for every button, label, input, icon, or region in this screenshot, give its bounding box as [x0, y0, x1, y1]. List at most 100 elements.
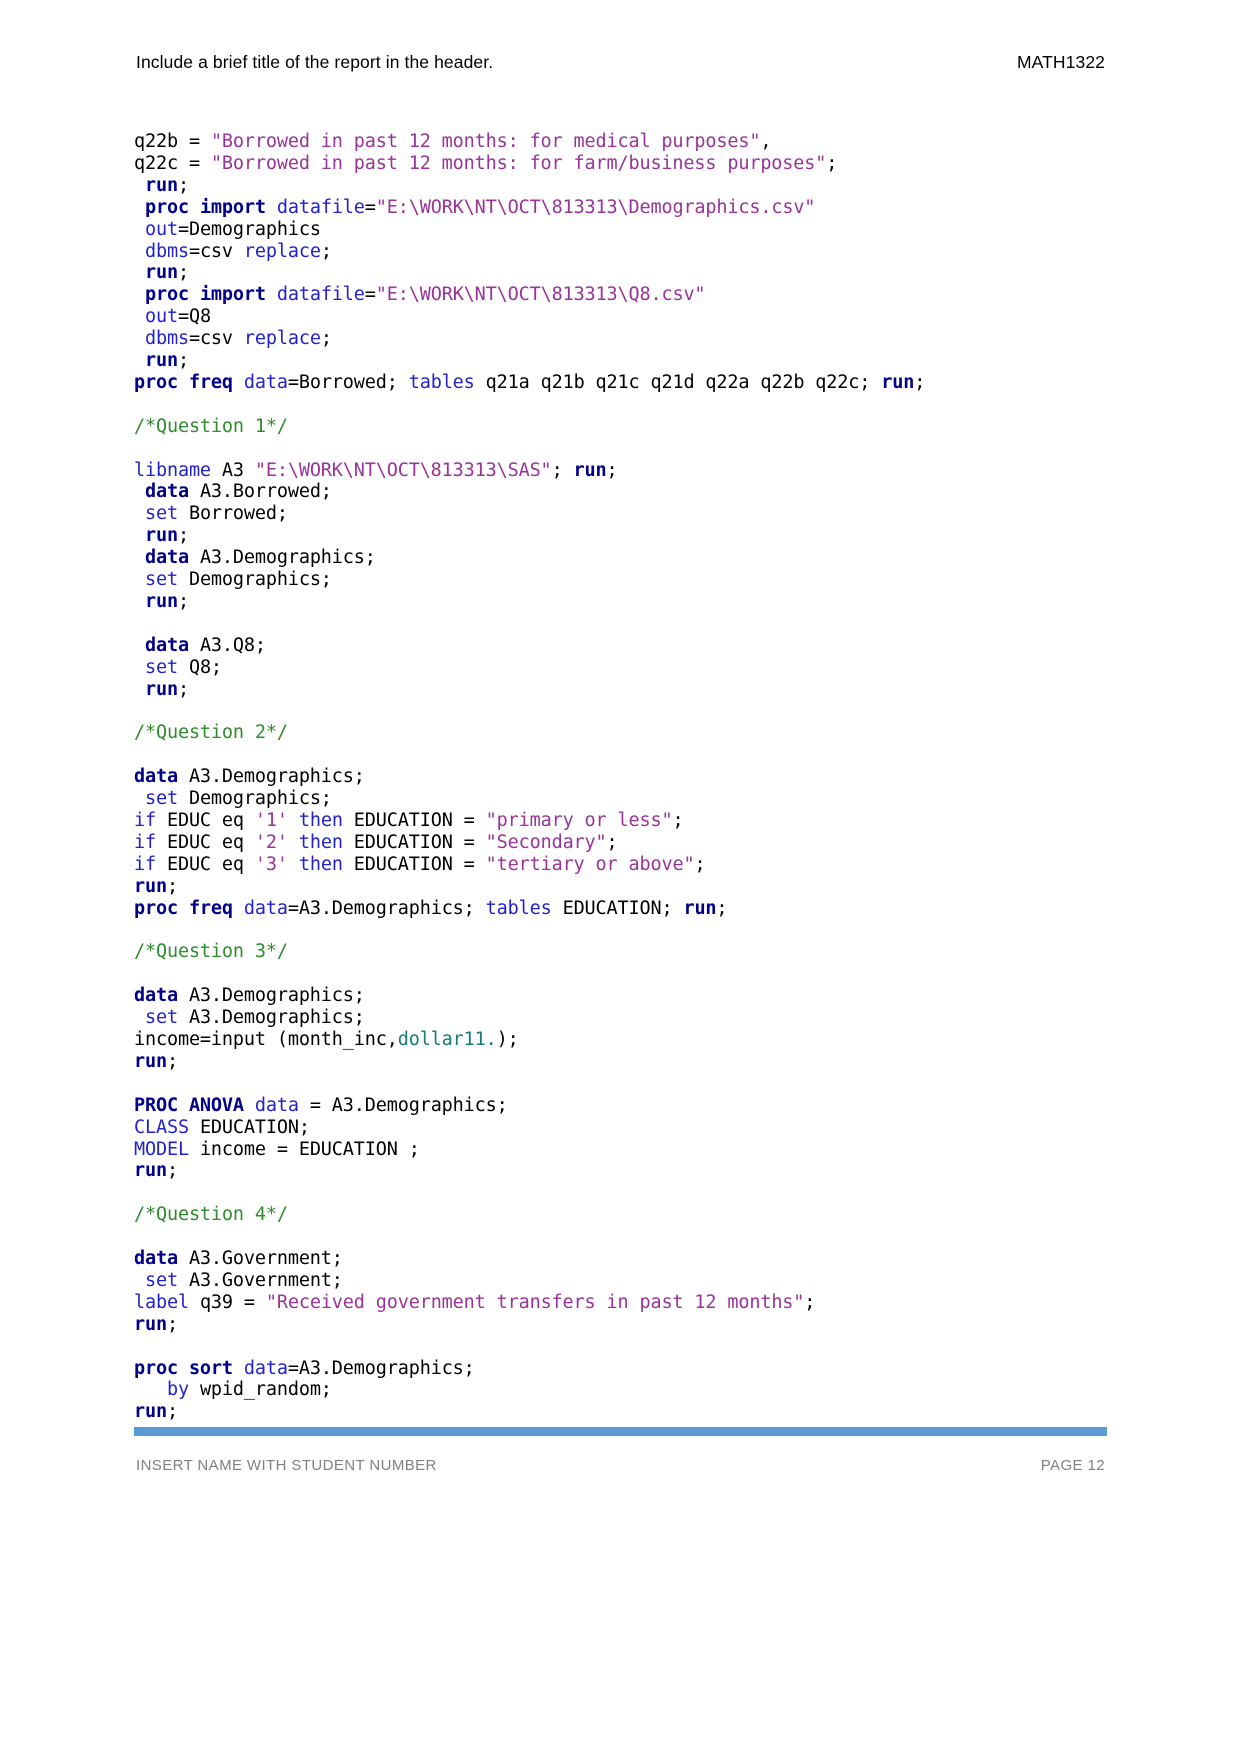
- code-token-opt: out: [145, 306, 178, 328]
- code-token-plain: ;: [672, 810, 684, 832]
- code-token-stmt: data: [134, 766, 178, 788]
- code-token-plain: EDUCATION;: [551, 897, 684, 919]
- code-token-plain: ;: [166, 1160, 178, 1182]
- code-token-plain: Q8;: [177, 656, 222, 678]
- code-token-opt: dbms: [145, 240, 189, 262]
- code-token-opt: set: [145, 1007, 178, 1029]
- code-token-plain: =: [364, 284, 376, 306]
- code-token-stmt: run: [573, 459, 607, 481]
- code-line: q22b = "Borrowed in past 12 months: for …: [134, 131, 1181, 153]
- code-token-plain: ;: [177, 174, 189, 196]
- code-token-stmt: run: [145, 591, 178, 612]
- code-token-stmt: proc import: [145, 284, 266, 306]
- code-token-plain: ;: [177, 262, 189, 284]
- code-line: out=Q8: [134, 306, 1181, 328]
- code-line: set Q8;: [134, 657, 1181, 679]
- code-token-opt: data: [254, 1094, 299, 1116]
- code-line: CLASS EDUCATION;: [134, 1117, 1181, 1139]
- code-token-opt: out: [145, 218, 178, 240]
- code-token-cmt: /*Question 2*/: [134, 722, 288, 744]
- code-token-plain: EDUCATION;: [188, 1116, 310, 1138]
- code-token-stmt: run: [134, 1401, 167, 1423]
- code-line: run;: [134, 1401, 1181, 1423]
- code-line: run;: [134, 175, 1181, 197]
- code-token-stmt: data: [145, 547, 189, 569]
- code-token-opt: set: [145, 656, 178, 678]
- code-token-stmt: run: [145, 350, 178, 372]
- code-token-plain: ;: [177, 591, 189, 612]
- code-line: proc import datafile="E:\WORK\NT\OCT\813…: [134, 284, 1181, 306]
- document-page: Include a brief title of the report in t…: [0, 0, 1241, 1754]
- code-token-plain: =: [364, 196, 376, 218]
- code-token-plain: A3.Government;: [177, 1248, 343, 1270]
- code-token-opt: tables: [485, 897, 552, 919]
- code-token-plain: ;: [606, 459, 618, 481]
- code-token-plain: ;: [166, 1401, 178, 1423]
- footer-divider-rule: [134, 1427, 1107, 1436]
- code-token-opt: if: [134, 831, 156, 853]
- code-token-plain: ;: [716, 897, 728, 919]
- code-token-plain: =Borrowed;: [287, 371, 409, 393]
- code-token-stmt: data: [145, 634, 189, 656]
- code-line: data A3.Demographics;: [134, 547, 1181, 569]
- code-token-plain: =Demographics: [177, 218, 321, 240]
- code-token-stmt: proc import: [145, 196, 266, 218]
- code-token-opt: if: [134, 853, 156, 875]
- code-line: if EDUC eq '2' then EDUCATION = "Seconda…: [134, 832, 1181, 854]
- code-token-plain: q22c =: [134, 152, 211, 174]
- code-token-str: "Received government transfers in past 1…: [265, 1291, 805, 1313]
- code-token-opt: set: [145, 788, 178, 810]
- code-token-opt: set: [145, 503, 178, 525]
- code-line: out=Demographics: [134, 219, 1181, 241]
- code-line: run;: [134, 350, 1181, 372]
- code-line: set A3.Government;: [134, 1270, 1181, 1292]
- code-token-fmt: dollar11.: [397, 1029, 497, 1051]
- page-footer: INSERT NAME WITH STUDENT NUMBER PAGE 12: [136, 1457, 1105, 1481]
- code-line: libname A3 "E:\WORK\NT\OCT\813313\SAS"; …: [134, 460, 1181, 482]
- code-token-plain: EDUCATION =: [342, 831, 486, 853]
- code-token-plain: ;: [320, 328, 332, 350]
- code-token-plain: ;: [804, 1291, 816, 1313]
- code-token-opt: data: [243, 1357, 288, 1379]
- code-token-plain: ;: [166, 875, 178, 897]
- code-line: proc freq data=Borrowed; tables q21a q21…: [134, 372, 1181, 394]
- code-token-opt: if: [134, 810, 156, 832]
- code-token-plain: EDUC eq: [155, 831, 255, 853]
- code-line: PROC ANOVA data = A3.Demographics;: [134, 1095, 1181, 1117]
- code-token-stmt: proc freq: [134, 897, 233, 919]
- code-token-opt: data: [243, 897, 288, 919]
- code-token-str: "Borrowed in past 12 months: for farm/bu…: [210, 152, 827, 174]
- code-token-stmt: PROC ANOVA: [134, 1094, 244, 1116]
- code-token-opt: datafile: [276, 196, 365, 218]
- code-token-plain: A3.Demographics;: [177, 985, 365, 1007]
- code-line: dbms=csv replace;: [134, 328, 1181, 350]
- code-token-str: "E:\WORK\NT\OCT\813313\SAS": [254, 459, 552, 481]
- code-line: run;: [134, 1160, 1181, 1182]
- code-token-opt: label: [134, 1291, 189, 1313]
- code-token-stmt: run: [683, 897, 717, 919]
- code-token-stmt: run: [134, 1313, 167, 1335]
- code-line: run;: [134, 1314, 1181, 1336]
- code-line: run;: [134, 679, 1181, 701]
- code-line: if EDUC eq '1' then EDUCATION = "primary…: [134, 810, 1181, 832]
